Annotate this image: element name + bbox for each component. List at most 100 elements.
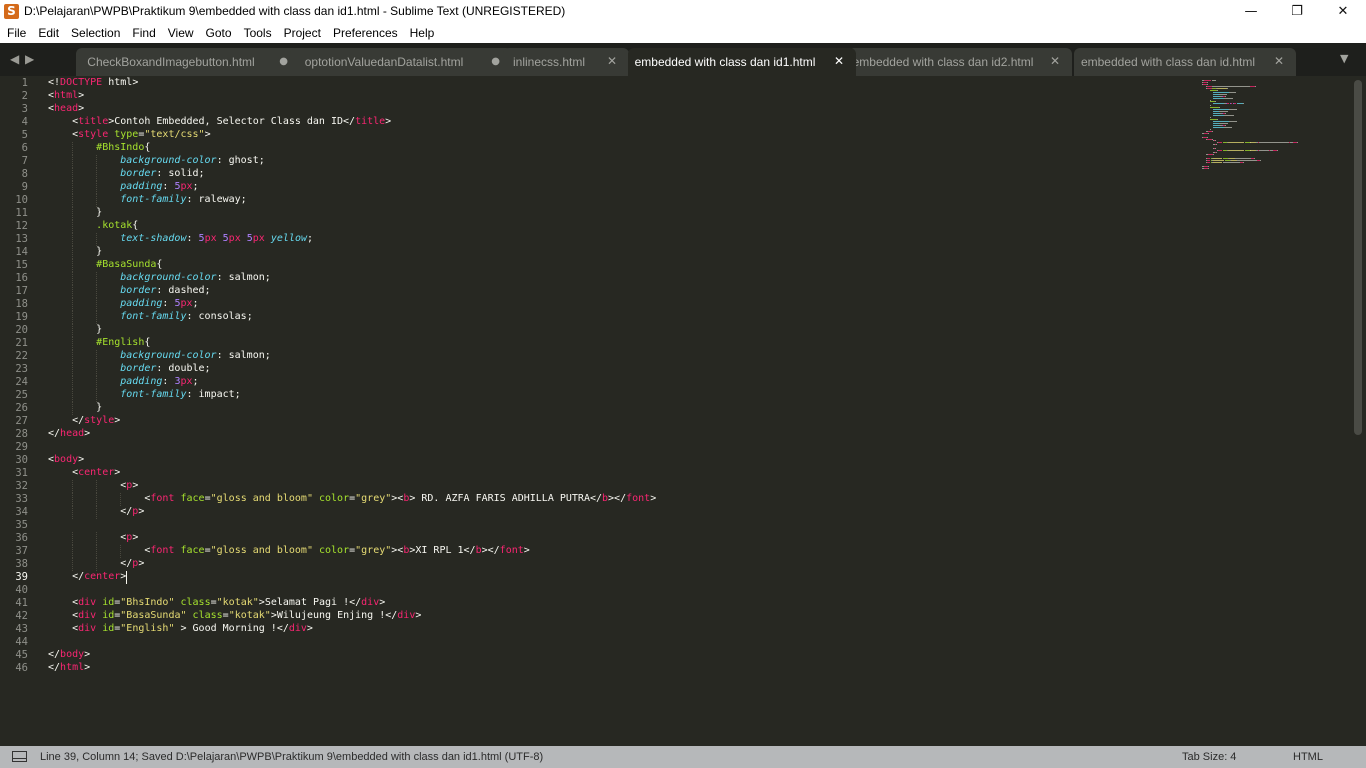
tab-scroll-right-icon[interactable]: ▶: [25, 52, 34, 66]
tab-scroll-left-icon[interactable]: ◀: [10, 52, 19, 66]
tab-size-selector[interactable]: Tab Size: 4: [1182, 751, 1236, 763]
menu-selection[interactable]: Selection: [65, 23, 126, 43]
code-line[interactable]: <p>: [48, 480, 138, 493]
line-number: 43: [15, 623, 28, 635]
syntax-selector[interactable]: HTML: [1293, 751, 1323, 763]
code-line[interactable]: <html>: [48, 90, 84, 103]
line-number: 18: [15, 298, 28, 310]
tab-embedded-id[interactable]: embedded with class dan id.html ✕: [1074, 48, 1296, 76]
line-number: 21: [15, 337, 28, 349]
minimap-line: [1228, 158, 1236, 159]
minimap-line: [1224, 95, 1226, 97]
code-line[interactable]: </html>: [48, 662, 90, 675]
minimap-line: [1237, 159, 1258, 161]
menu-project[interactable]: Project: [278, 23, 327, 43]
code-line[interactable]: }: [48, 246, 102, 259]
menu-help[interactable]: Help: [404, 23, 441, 43]
menu-view[interactable]: View: [162, 23, 200, 43]
vertical-scrollbar[interactable]: [1354, 80, 1362, 435]
minimap-line: [1227, 150, 1244, 152]
code-line[interactable]: #BasaSunda{: [48, 259, 162, 272]
code-line[interactable]: </head>: [48, 428, 90, 441]
tab-checkboxandimagebutton[interactable]: CheckBoxandImagebutton.html ●: [76, 48, 300, 76]
code-line[interactable]: .kotak{: [48, 220, 138, 233]
code-line[interactable]: }: [48, 207, 102, 220]
minimap-line: [1218, 150, 1222, 152]
code-line[interactable]: font-family: impact;: [48, 389, 240, 402]
unsaved-dot-icon[interactable]: ●: [279, 56, 288, 67]
minimap-line: [1216, 144, 1218, 146]
indent-guide: [72, 298, 74, 311]
close-tab-icon[interactable]: ✕: [607, 54, 617, 68]
minimap-line: [1215, 140, 1217, 142]
tab-embedded-id2[interactable]: embedded with class dan id2.html ✕: [848, 48, 1072, 76]
code-line[interactable]: font-family: raleway;: [48, 194, 246, 207]
code-line[interactable]: <!DOCTYPE html>: [48, 77, 138, 90]
menu-tools[interactable]: Tools: [238, 23, 278, 43]
line-number: 46: [15, 662, 28, 674]
code-line[interactable]: </style>: [48, 415, 120, 428]
code-line[interactable]: background-color: salmon;: [48, 272, 271, 285]
code-line[interactable]: <div id="BasaSunda" class="kotak">Wiluje…: [48, 610, 421, 623]
minimap-line: [1217, 87, 1227, 89]
close-window-button[interactable]: ✕: [1320, 0, 1366, 23]
code-line[interactable]: <div id="English" > Good Morning !</div>: [48, 623, 313, 636]
menu-goto[interactable]: Goto: [200, 23, 238, 43]
minimap-line: [1213, 126, 1224, 128]
minimize-button[interactable]: —: [1228, 0, 1274, 23]
unsaved-dot-icon[interactable]: ●: [491, 56, 500, 67]
menu-file[interactable]: File: [0, 23, 32, 43]
indent-guide: [96, 285, 98, 298]
minimap-line: [1209, 105, 1211, 107]
code-line[interactable]: <title>Contoh Embedded, Selector Class d…: [48, 116, 391, 129]
line-number: 7: [21, 155, 28, 167]
indent-guide: [72, 285, 74, 298]
code-line[interactable]: </body>: [48, 649, 90, 662]
code-line[interactable]: <head>: [48, 103, 84, 116]
code-editor[interactable]: 1 2 3 4 5 6 7 8 9 10 11 12 13 14 15 16 17 18 19 20 21 22 23 24 2…: [0, 76, 1366, 746]
minimap-line: [1216, 152, 1218, 154]
indent-guide: [72, 506, 74, 519]
code-line[interactable]: padding: 3px;: [48, 376, 198, 389]
code-line[interactable]: text-shadow: 5px 5px 5px yellow;: [48, 233, 313, 246]
menu-find[interactable]: Find: [126, 23, 161, 43]
close-tab-icon[interactable]: ✕: [1050, 54, 1060, 68]
code-line[interactable]: </center>: [48, 571, 126, 584]
code-line[interactable]: #English{: [48, 337, 150, 350]
line-number: 6: [21, 142, 28, 154]
tab-optotionvaluedandatalist[interactable]: optotionValuedanDatalist.html ●: [290, 48, 512, 76]
panel-toggle-icon[interactable]: [12, 751, 27, 762]
indent-guide: [72, 337, 74, 350]
close-tab-icon[interactable]: ✕: [834, 54, 844, 68]
code-line[interactable]: }: [48, 324, 102, 337]
code-line[interactable]: padding: 5px;: [48, 298, 198, 311]
indent-guide: [96, 532, 98, 545]
tab-list-chevron-down-icon[interactable]: ▼: [1340, 52, 1348, 65]
line-number: 32: [15, 480, 28, 492]
code-line[interactable]: <body>: [48, 454, 84, 467]
code-line[interactable]: <center>: [48, 467, 120, 480]
code-area[interactable]: <!DOCTYPE html> <html> <head> <title>Conto…: [48, 76, 1188, 746]
code-line[interactable]: <font face="gloss and bloom" color="grey…: [48, 493, 656, 506]
menu-edit[interactable]: Edit: [32, 23, 65, 43]
code-line[interactable]: <style type="text/css">: [48, 129, 211, 142]
code-line[interactable]: background-color: ghost;: [48, 155, 265, 168]
tab-label: inlinecss.html: [512, 55, 586, 69]
window-title: D:\Pelajaran\PWPB\Praktikum 9\embedded w…: [24, 4, 566, 18]
code-line[interactable]: background-color: salmon;: [48, 350, 271, 363]
minimap[interactable]: [1198, 76, 1348, 176]
code-line[interactable]: }: [48, 402, 102, 415]
code-line[interactable]: padding: 5px;: [48, 181, 198, 194]
code-line[interactable]: <p>: [48, 532, 138, 545]
maximize-button[interactable]: ❐: [1274, 0, 1320, 23]
code-line[interactable]: #BhsIndo{: [48, 142, 150, 155]
tab-inlinecss[interactable]: inlinecss.html ✕: [503, 48, 629, 76]
minimap-line: [1213, 159, 1224, 161]
code-line[interactable]: <div id="BhsIndo" class="kotak">Selamat …: [48, 597, 385, 610]
minimap-line: [1213, 113, 1221, 115]
tab-embedded-id1[interactable]: embedded with class dan id1.html ✕: [628, 48, 856, 76]
close-tab-icon[interactable]: ✕: [1274, 54, 1284, 68]
menu-preferences[interactable]: Preferences: [327, 23, 404, 43]
indent-guide: [96, 155, 98, 168]
code-line[interactable]: font-family: consolas;: [48, 311, 252, 324]
